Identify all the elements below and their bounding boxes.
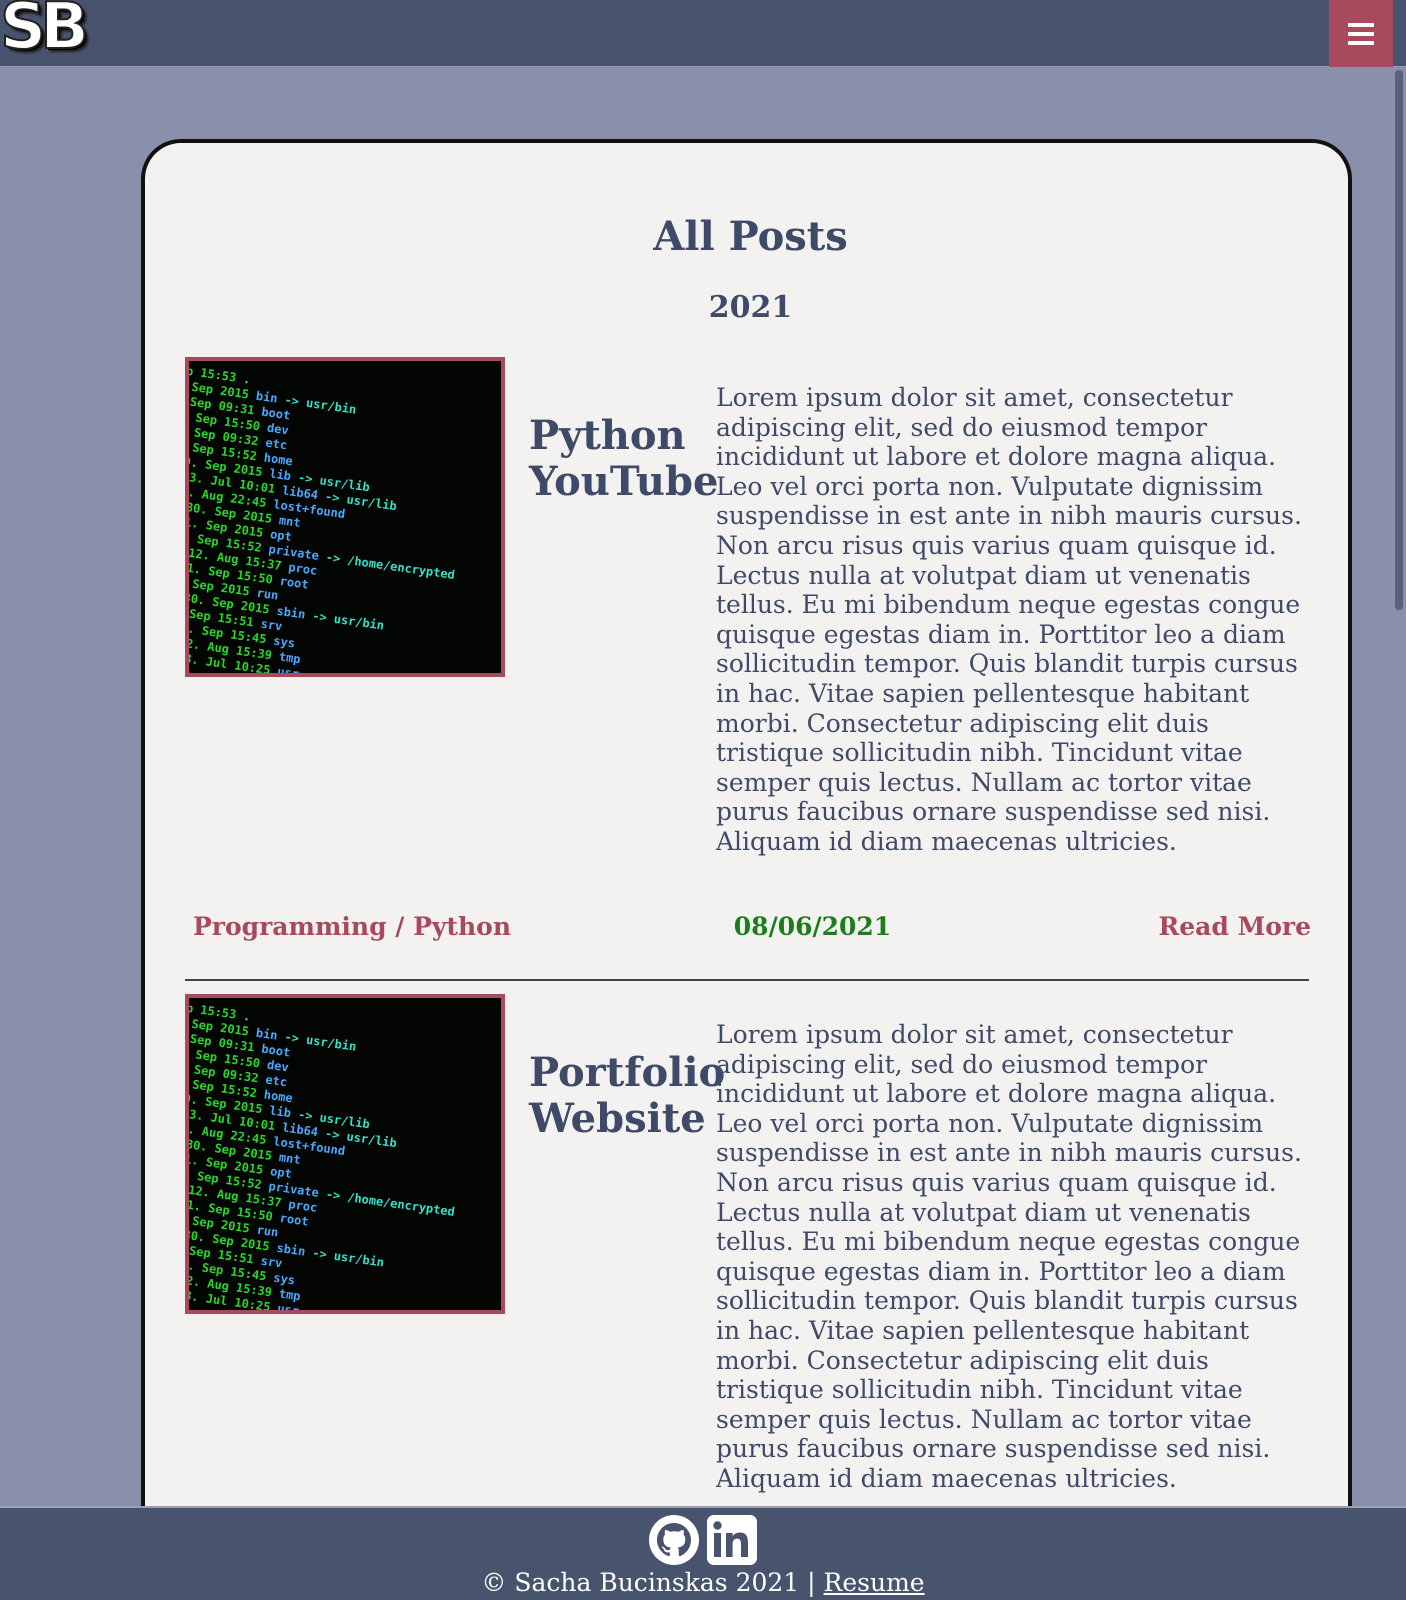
copyright-text: © Sacha Bucinskas 2021 | <box>481 1568 824 1597</box>
read-more-link[interactable]: Read More <box>1159 912 1312 941</box>
terminal-image: Sep 15:53 .0. Sep 2015 bin -> usr/bin9. … <box>189 361 501 673</box>
menu-button[interactable] <box>1329 0 1393 67</box>
github-icon[interactable] <box>648 1514 700 1566</box>
post-thumbnail[interactable]: Sep 15:53 .0. Sep 2015 bin -> usr/bin9. … <box>185 357 505 677</box>
posts-card: All Posts 2021 Sep 15:53 .0. Sep 2015 bi… <box>141 139 1352 1559</box>
page-title: All Posts <box>653 213 848 260</box>
post-title-line: Portfolio <box>529 1049 726 1096</box>
footer: © Sacha Bucinskas 2021 | Resume <box>0 1506 1406 1600</box>
post-title-line: YouTube <box>529 458 719 505</box>
social-icons <box>648 1514 758 1566</box>
post-divider <box>185 979 1309 981</box>
post-title[interactable]: Python YouTube <box>529 413 719 505</box>
resume-link[interactable]: Resume <box>824 1568 925 1597</box>
terminal-image: Sep 15:53 .0. Sep 2015 bin -> usr/bin9. … <box>189 998 501 1310</box>
post-title-line: Python <box>529 412 686 459</box>
post-thumbnail[interactable]: Sep 15:53 .0. Sep 2015 bin -> usr/bin9. … <box>185 994 505 1314</box>
linkedin-icon[interactable] <box>706 1514 758 1566</box>
post-excerpt: Lorem ipsum dolor sit amet, consectetur … <box>716 383 1302 856</box>
scrollbar-thumb[interactable] <box>1395 70 1403 610</box>
year-heading: 2021 <box>708 290 793 325</box>
post-title[interactable]: Portfolio Website <box>529 1049 726 1142</box>
post-title-line: Website <box>529 1095 706 1142</box>
post-excerpt: Lorem ipsum dolor sit amet, consectetur … <box>716 1020 1302 1493</box>
site-logo[interactable]: SB <box>0 0 90 63</box>
copyright-line: © Sacha Bucinskas 2021 | Resume <box>0 1568 1406 1597</box>
hamburger-icon <box>1348 22 1374 45</box>
top-navbar: SB <box>0 0 1406 67</box>
